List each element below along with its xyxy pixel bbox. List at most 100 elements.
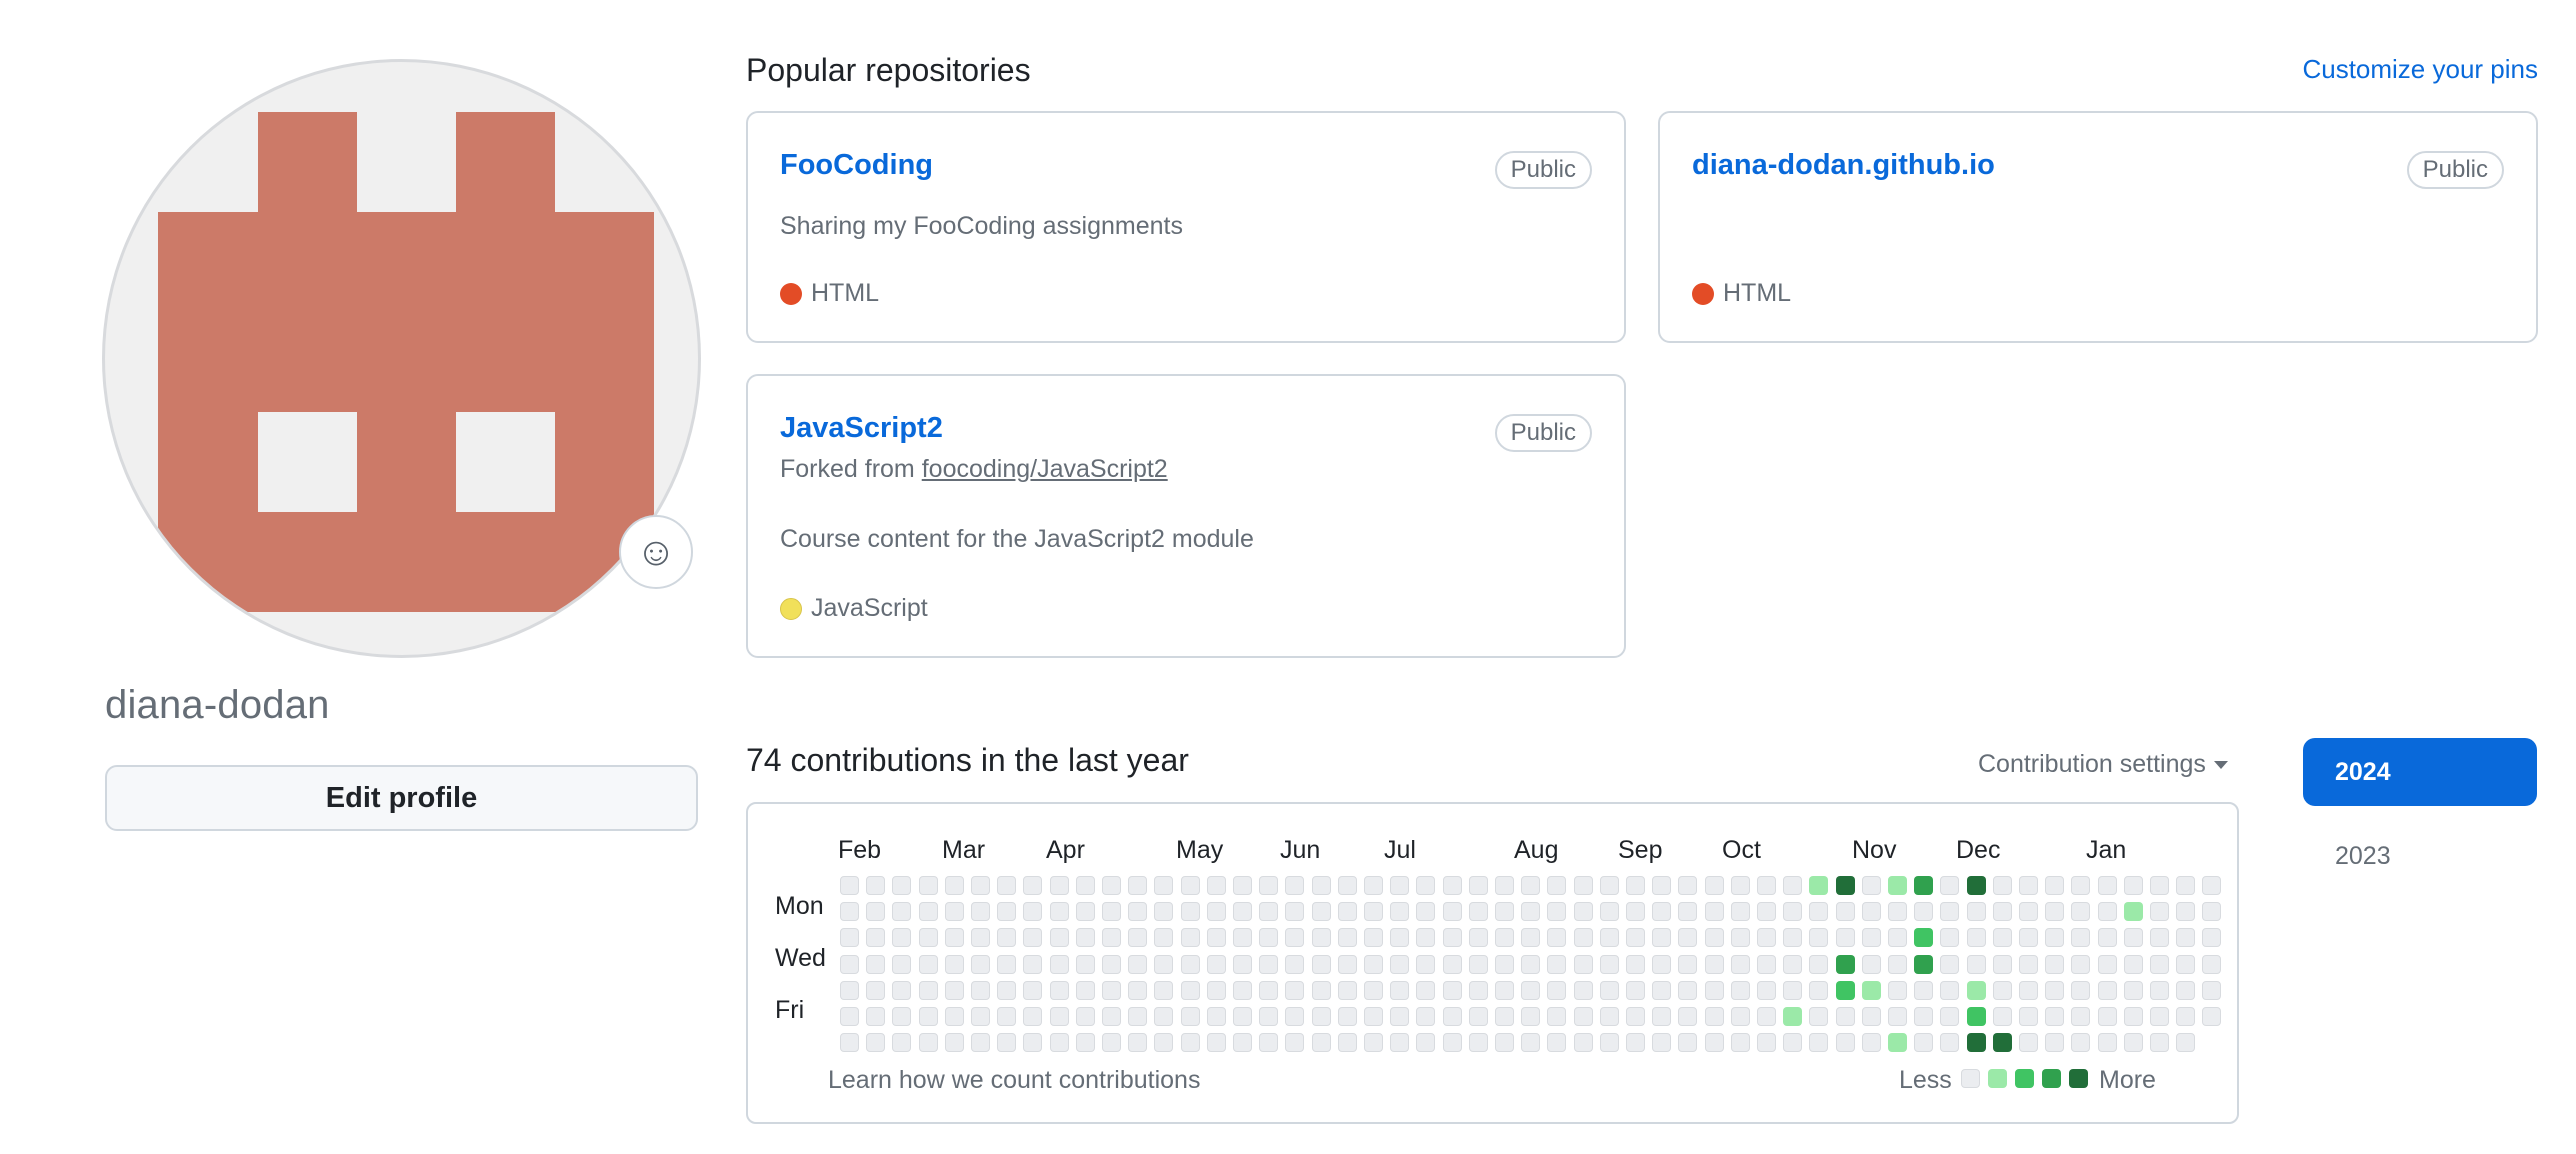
profile-avatar[interactable] bbox=[105, 62, 698, 655]
contribution-day-cell[interactable] bbox=[1704, 954, 1724, 974]
contribution-day-cell[interactable] bbox=[2123, 980, 2143, 1000]
contribution-day-cell[interactable] bbox=[1652, 1033, 1672, 1053]
contribution-day-cell[interactable] bbox=[1704, 1007, 1724, 1026]
contribution-day-cell[interactable] bbox=[1835, 1033, 1855, 1053]
contribution-day-cell[interactable] bbox=[1075, 928, 1095, 948]
contribution-day-cell[interactable] bbox=[1495, 876, 1514, 895]
contribution-day-cell[interactable] bbox=[1966, 876, 1986, 895]
contribution-day-cell[interactable] bbox=[892, 902, 912, 922]
contribution-day-cell[interactable] bbox=[1337, 928, 1357, 948]
contribution-day-cell[interactable] bbox=[1730, 876, 1750, 895]
contribution-day-cell[interactable] bbox=[1626, 928, 1645, 948]
contribution-day-cell[interactable] bbox=[1835, 954, 1855, 974]
contribution-day-cell[interactable] bbox=[2071, 1033, 2091, 1053]
contribution-day-cell[interactable] bbox=[1547, 928, 1567, 948]
contribution-day-cell[interactable] bbox=[1442, 876, 1462, 895]
contribution-day-cell[interactable] bbox=[2176, 902, 2196, 922]
contribution-day-cell[interactable] bbox=[866, 1033, 886, 1053]
contribution-day-cell[interactable] bbox=[1940, 902, 1960, 922]
contribution-day-cell[interactable] bbox=[1966, 980, 1986, 1000]
contribution-day-cell[interactable] bbox=[1416, 928, 1436, 948]
contribution-day-cell[interactable] bbox=[2097, 876, 2117, 895]
contribution-day-cell[interactable] bbox=[1704, 876, 1724, 895]
contribution-day-cell[interactable] bbox=[1626, 1007, 1645, 1026]
contribution-day-cell[interactable] bbox=[2176, 980, 2196, 1000]
contribution-day-cell[interactable] bbox=[1809, 876, 1829, 895]
contribution-day-cell[interactable] bbox=[840, 1007, 859, 1026]
contribution-day-cell[interactable] bbox=[1940, 928, 1960, 948]
contribution-day-cell[interactable] bbox=[1940, 980, 1960, 1000]
contribution-day-cell[interactable] bbox=[840, 876, 859, 895]
contribution-day-cell[interactable] bbox=[2045, 980, 2065, 1000]
contribution-day-cell[interactable] bbox=[1521, 928, 1541, 948]
contribution-day-cell[interactable] bbox=[918, 1033, 938, 1053]
contribution-day-cell[interactable] bbox=[1285, 1033, 1305, 1053]
contribution-day-cell[interactable] bbox=[1154, 954, 1174, 974]
edit-profile-button[interactable]: Edit profile bbox=[105, 765, 698, 831]
contribution-day-cell[interactable] bbox=[1888, 876, 1907, 895]
contribution-day-cell[interactable] bbox=[1730, 1033, 1750, 1053]
contribution-day-cell[interactable] bbox=[1049, 928, 1069, 948]
contribution-day-cell[interactable] bbox=[1259, 954, 1279, 974]
contribution-day-cell[interactable] bbox=[1992, 902, 2012, 922]
repo-name-link[interactable]: diana-dodan.github.io bbox=[1692, 149, 1995, 182]
contribution-day-cell[interactable] bbox=[892, 954, 912, 974]
contribution-day-cell[interactable] bbox=[1573, 928, 1593, 948]
contribution-day-cell[interactable] bbox=[1259, 902, 1279, 922]
contribution-day-cell[interactable] bbox=[1730, 902, 1750, 922]
contribution-day-cell[interactable] bbox=[1337, 1033, 1357, 1053]
contribution-day-cell[interactable] bbox=[1364, 928, 1383, 948]
contribution-day-cell[interactable] bbox=[1049, 954, 1069, 974]
contribution-day-cell[interactable] bbox=[1914, 876, 1934, 895]
contribution-day-cell[interactable] bbox=[1809, 902, 1829, 922]
contribution-day-cell[interactable] bbox=[2176, 1007, 2196, 1026]
contribution-day-cell[interactable] bbox=[2019, 876, 2038, 895]
contribution-day-cell[interactable] bbox=[1992, 1033, 2012, 1053]
contribution-day-cell[interactable] bbox=[1521, 980, 1541, 1000]
contribution-day-cell[interactable] bbox=[1468, 928, 1488, 948]
contribution-day-cell[interactable] bbox=[1730, 1007, 1750, 1026]
contribution-day-cell[interactable] bbox=[1992, 954, 2012, 974]
contribution-day-cell[interactable] bbox=[2123, 928, 2143, 948]
contribution-day-cell[interactable] bbox=[2202, 902, 2222, 922]
contribution-day-cell[interactable] bbox=[1573, 1033, 1593, 1053]
contribution-day-cell[interactable] bbox=[2071, 928, 2091, 948]
contribution-day-cell[interactable] bbox=[2097, 902, 2117, 922]
contribution-day-cell[interactable] bbox=[1940, 876, 1960, 895]
contribution-day-cell[interactable] bbox=[1075, 1007, 1095, 1026]
contribution-day-cell[interactable] bbox=[866, 980, 886, 1000]
contribution-day-cell[interactable] bbox=[918, 902, 938, 922]
contribution-day-cell[interactable] bbox=[1180, 1007, 1200, 1026]
contribution-day-cell[interactable] bbox=[1259, 928, 1279, 948]
contribution-day-cell[interactable] bbox=[2097, 980, 2117, 1000]
contribution-day-cell[interactable] bbox=[1206, 1007, 1226, 1026]
contribution-day-cell[interactable] bbox=[1180, 928, 1200, 948]
contribution-day-cell[interactable] bbox=[1180, 954, 1200, 974]
contribution-day-cell[interactable] bbox=[1652, 954, 1672, 974]
contribution-day-cell[interactable] bbox=[1914, 1033, 1934, 1053]
contribution-day-cell[interactable] bbox=[2071, 954, 2091, 974]
contribution-day-cell[interactable] bbox=[1626, 954, 1645, 974]
contribution-day-cell[interactable] bbox=[1233, 876, 1252, 895]
contribution-day-cell[interactable] bbox=[2150, 980, 2169, 1000]
contribution-day-cell[interactable] bbox=[1468, 980, 1488, 1000]
contribution-day-cell[interactable] bbox=[1678, 876, 1698, 895]
learn-how-we-count-link[interactable]: Learn how we count contributions bbox=[828, 1066, 1200, 1095]
contribution-day-cell[interactable] bbox=[1966, 928, 1986, 948]
contribution-day-cell[interactable] bbox=[1835, 928, 1855, 948]
contribution-day-cell[interactable] bbox=[866, 876, 886, 895]
contribution-day-cell[interactable] bbox=[1652, 928, 1672, 948]
contribution-day-cell[interactable] bbox=[1311, 954, 1331, 974]
contribution-day-cell[interactable] bbox=[2045, 928, 2065, 948]
contribution-day-cell[interactable] bbox=[1599, 876, 1619, 895]
contribution-day-cell[interactable] bbox=[2176, 1033, 2196, 1053]
contribution-day-cell[interactable] bbox=[1783, 876, 1803, 895]
contribution-day-cell[interactable] bbox=[1704, 928, 1724, 948]
contribution-day-cell[interactable] bbox=[840, 954, 859, 974]
customize-pins-link[interactable]: Customize your pins bbox=[2302, 54, 2538, 85]
contribution-day-cell[interactable] bbox=[2150, 902, 2169, 922]
contribution-day-cell[interactable] bbox=[1809, 1033, 1829, 1053]
contribution-day-cell[interactable] bbox=[1783, 928, 1803, 948]
contribution-day-cell[interactable] bbox=[2019, 1007, 2038, 1026]
contribution-day-cell[interactable] bbox=[2019, 1033, 2038, 1053]
